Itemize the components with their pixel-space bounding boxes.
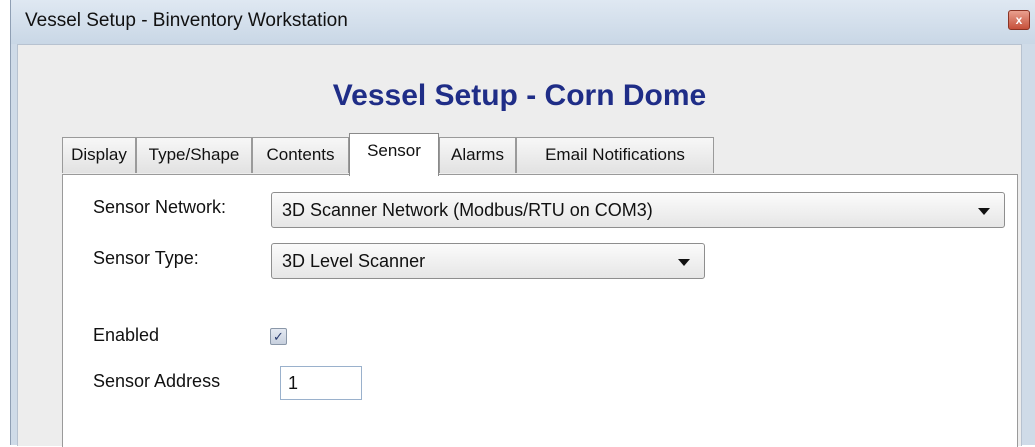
sensor-network-label: Sensor Network: xyxy=(93,197,227,217)
dialog-content: Vessel Setup - Corn Dome Display Type/Sh… xyxy=(17,44,1022,447)
close-icon: x xyxy=(1015,13,1023,27)
sensor-network-value: 3D Scanner Network (Modbus/RTU on COM3) xyxy=(282,200,653,220)
page-title: Vessel Setup - Corn Dome xyxy=(332,79,707,112)
sensor-address-label: Sensor Address xyxy=(93,371,221,391)
tab-alarms[interactable]: Alarms xyxy=(439,137,516,173)
window-title: Vessel Setup - Binventory Workstation xyxy=(25,10,348,31)
tab-contents[interactable]: Contents xyxy=(252,137,349,173)
dialog-window: Vessel Setup - Binventory Workstation x … xyxy=(10,0,1035,447)
chevron-down-icon xyxy=(978,208,990,215)
sensor-type-label: Sensor Type: xyxy=(93,248,199,268)
tab-sensor[interactable]: Sensor xyxy=(349,133,439,176)
sensor-type-value: 3D Level Scanner xyxy=(282,251,426,271)
sensor-type-dropdown[interactable]: 3D Level Scanner xyxy=(271,243,705,279)
close-button[interactable]: x xyxy=(1008,10,1030,30)
sensor-network-dropdown[interactable]: 3D Scanner Network (Modbus/RTU on COM3) xyxy=(271,192,1005,228)
tab-display[interactable]: Display xyxy=(62,137,136,173)
chevron-down-icon xyxy=(678,259,690,266)
tab-email-notifications[interactable]: Email Notifications xyxy=(516,137,714,173)
tab-type-shape[interactable]: Type/Shape xyxy=(136,137,252,173)
enabled-label: Enabled xyxy=(93,325,160,345)
sensor-address-field[interactable]: 1 xyxy=(280,366,362,400)
checkmark-icon: ✓ xyxy=(273,329,284,344)
enabled-checkbox[interactable]: ✓ xyxy=(270,328,287,345)
title-bar[interactable]: Vessel Setup - Binventory Workstation x xyxy=(11,0,1035,44)
sensor-tab-panel: Sensor Network: 3D Scanner Network (Modb… xyxy=(62,174,1018,447)
